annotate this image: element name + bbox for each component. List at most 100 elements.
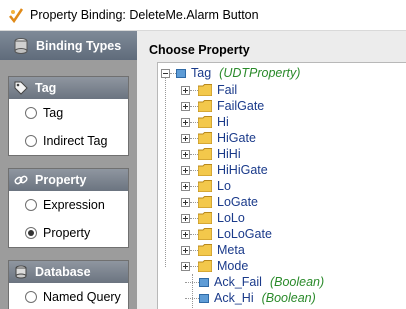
database-stack-icon <box>14 37 28 54</box>
choose-property-heading: Choose Property <box>149 43 250 57</box>
radio-named-query[interactable] <box>25 291 37 303</box>
choose-property-pane: Choose Property Tag (UDTProperty) Fail F… <box>137 31 406 309</box>
option-tag-label: Tag <box>43 106 64 120</box>
option-property[interactable]: Property <box>9 219 128 247</box>
binding-types-header: Binding Types <box>0 31 137 60</box>
radio-property-selected[interactable] <box>25 227 37 239</box>
tree-folder-node[interactable]: Meta <box>181 242 245 258</box>
database-panel-title: Database <box>35 265 91 279</box>
tree-folder-node[interactable]: HiHiGate <box>181 162 268 178</box>
option-named-query[interactable]: Named Query <box>9 283 128 309</box>
expand-icon[interactable] <box>181 213 190 223</box>
expand-icon[interactable] <box>181 197 190 207</box>
folder-icon <box>198 196 212 208</box>
tree-guide-line <box>165 77 166 267</box>
tree-folder-node[interactable]: FailGate <box>181 98 264 114</box>
tree-connector <box>190 265 198 267</box>
option-tag[interactable]: Tag <box>9 99 128 127</box>
tree-folder-node[interactable]: Hi <box>181 114 229 130</box>
tag-icon <box>199 293 209 303</box>
tag-binding-panel: Tag Tag Indirect Tag <box>8 76 129 156</box>
option-indirect-tag[interactable]: Indirect Tag <box>9 127 128 155</box>
folder-icon <box>198 228 212 240</box>
expand-icon[interactable] <box>181 165 190 175</box>
property-tree[interactable]: Tag (UDTProperty) Fail FailGate Hi HiGat… <box>157 62 406 309</box>
expand-icon[interactable] <box>181 181 190 191</box>
folder-icon <box>198 148 212 160</box>
radio-tag[interactable] <box>25 107 37 119</box>
binding-app-icon <box>9 8 24 23</box>
collapse-icon[interactable] <box>161 68 170 78</box>
tree-leaf-node[interactable]: Ack_Fail (Boolean) <box>185 274 324 290</box>
tree-connector <box>190 89 198 91</box>
folder-name: Fail <box>217 83 238 97</box>
tree-folder-node[interactable]: Fail <box>181 82 237 98</box>
leaf-tag-type: (Boolean) <box>261 291 316 305</box>
option-property-label: Property <box>43 226 91 240</box>
expand-icon[interactable] <box>181 133 190 143</box>
expand-icon[interactable] <box>181 261 190 271</box>
expand-icon[interactable] <box>181 149 190 159</box>
tree-folder-node[interactable]: LoGate <box>181 194 258 210</box>
expand-icon[interactable] <box>181 229 190 239</box>
tag-panel-header[interactable]: Tag <box>9 77 128 99</box>
tree-guide-line <box>192 274 193 309</box>
radio-indirect-tag[interactable] <box>25 135 37 147</box>
window-title: Property Binding: DeleteMe.Alarm Button <box>30 8 259 22</box>
tree-connector <box>190 185 198 187</box>
folder-name: LoGate <box>217 195 259 209</box>
tree-connector <box>190 105 198 107</box>
database-binding-panel: Database Named Query <box>8 260 129 309</box>
binding-types-title: Binding Types <box>36 38 122 53</box>
database-panel-header[interactable]: Database <box>9 261 128 283</box>
title-bar: Property Binding: DeleteMe.Alarm Button <box>0 0 406 31</box>
folder-name: Hi <box>217 115 229 129</box>
tree-folder-node[interactable]: HiGate <box>181 130 256 146</box>
tree-connector <box>190 201 198 203</box>
folder-icon <box>198 84 212 96</box>
tag-icon <box>199 277 209 287</box>
option-expression-label: Expression <box>43 198 105 212</box>
folder-icon <box>198 260 212 272</box>
expand-icon[interactable] <box>181 117 190 127</box>
folder-icon <box>198 212 212 224</box>
folder-name: FailGate <box>217 99 265 113</box>
expand-icon[interactable] <box>181 101 190 111</box>
root-tag-name: Tag <box>191 66 212 80</box>
root-tag-type: (UDTProperty) <box>219 66 301 80</box>
folder-icon <box>198 244 212 256</box>
folder-name: Lo <box>217 179 231 193</box>
tree-connector <box>190 249 198 251</box>
tree-connector <box>190 153 198 155</box>
expand-icon[interactable] <box>181 85 190 95</box>
expand-icon[interactable] <box>181 245 190 255</box>
tree-folder-node[interactable]: LoLoGate <box>181 226 272 242</box>
radio-expression[interactable] <box>25 199 37 211</box>
folder-icon <box>198 164 212 176</box>
tag-panel-title: Tag <box>35 81 57 95</box>
leaf-tag-name: Ack_Fail <box>214 275 262 289</box>
folder-name: HiHiGate <box>217 163 268 177</box>
tree-folder-node[interactable]: Lo <box>181 178 231 194</box>
tree-connector <box>190 233 198 235</box>
leaf-tag-type: (Boolean) <box>269 275 325 289</box>
tree-connector <box>190 169 198 171</box>
tree-folder-node[interactable]: Mode <box>181 258 248 274</box>
tree-folder-node[interactable]: LoLo <box>181 210 245 226</box>
option-indirect-tag-label: Indirect Tag <box>43 134 108 148</box>
folder-icon <box>198 116 212 128</box>
property-panel-title: Property <box>35 173 87 187</box>
tree-folder-node[interactable]: HiHi <box>181 146 241 162</box>
tree-connector <box>190 137 198 139</box>
chain-link-icon <box>14 175 28 185</box>
property-panel-header[interactable]: Property <box>9 169 128 191</box>
folder-name: Meta <box>217 243 245 257</box>
tree-node-root[interactable]: Tag (UDTProperty) <box>161 65 300 81</box>
folder-name: LoLo <box>217 211 245 225</box>
tree-leaf-node[interactable]: Ack_Hi (Boolean) <box>185 290 316 306</box>
option-named-query-label: Named Query <box>43 290 121 304</box>
folder-name: HiHi <box>217 147 241 161</box>
option-expression[interactable]: Expression <box>9 191 128 219</box>
property-binding-panel: Property Expression Property <box>8 168 129 248</box>
tree-connector <box>190 217 198 219</box>
